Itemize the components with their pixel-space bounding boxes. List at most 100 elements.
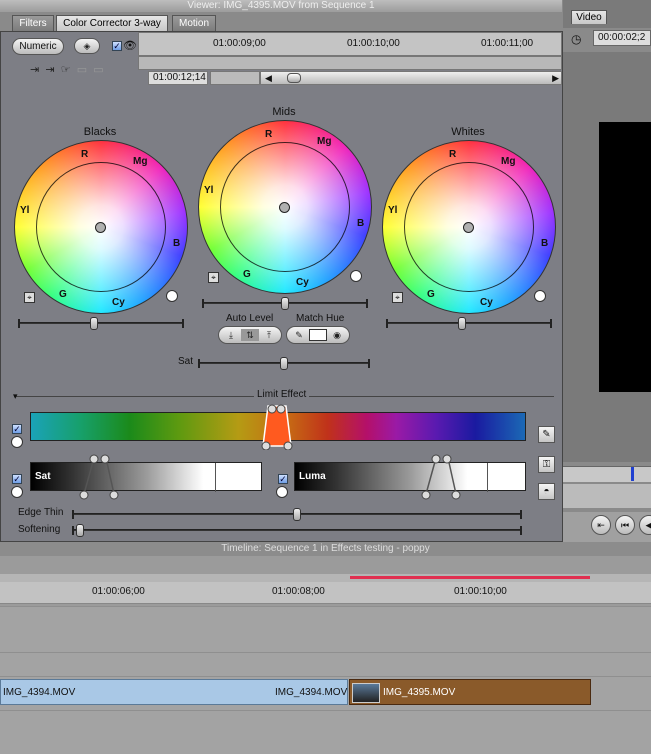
horizontal-scrollbar[interactable]: ◀ ▶ [260,71,562,85]
hue-label: Mg [501,156,516,167]
play-icon[interactable]: ◀ [639,515,651,535]
scroll-left-icon[interactable]: ◀ [265,73,272,84]
copy-icon[interactable]: ▭ [77,64,87,76]
tab-filters[interactable]: Filters [12,15,54,31]
sat-limit-radio[interactable] [11,486,23,498]
slider-end [202,299,204,308]
slider-thumb[interactable] [293,508,301,521]
eyedropper-icon[interactable]: ⌖ [208,272,219,283]
reset-button[interactable] [166,290,178,302]
render-status-line [350,576,590,579]
whites-level-slider[interactable] [386,317,552,330]
slider-end [386,319,388,328]
hue-label: R [265,129,273,140]
jog-shuttle[interactable] [563,484,651,508]
luma-bar-label: Luma [299,471,326,482]
timeline-ruler[interactable]: 01:00:06;00 01:00:08;00 01:00:10;00 [0,582,651,604]
hue-limit-radio[interactable] [11,436,23,448]
numeric-button[interactable]: Numeric [12,38,64,55]
drag-hand-icon[interactable]: ☞ [61,64,71,76]
sat-slider[interactable] [198,357,370,370]
scroll-thumb[interactable] [287,73,301,83]
tick-mark [215,463,216,492]
auto-contrast-icon[interactable]: ⇅ [241,329,259,341]
tab-color-corrector[interactable]: Color Corrector 3-way [56,15,168,31]
tab-video[interactable]: Video [571,10,607,24]
clip[interactable]: IMG_4394.MOV IMG_4394.MOV [0,679,348,705]
whites-color-wheel[interactable]: R Mg B Cy G Yl [382,140,556,314]
track-v2 [0,606,651,652]
balance-control[interactable] [95,222,106,233]
blacks-level-slider[interactable] [18,317,184,330]
copy2-icon[interactable]: ▭ [93,64,103,76]
mids-label: Mids [272,106,296,118]
clip-name-end: IMG_4394.MOV [275,687,348,698]
ruler-time: 01:00:10;00 [347,38,400,49]
canvas-scrubber[interactable] [563,466,651,482]
timecode-field[interactable]: 00:00:02;2 [593,30,651,46]
mids-level-slider[interactable] [202,297,368,310]
match-hue-buttons[interactable]: ✎ ◉ [286,326,350,344]
playhead[interactable] [631,467,634,481]
luma-range-bar[interactable]: Luma [294,462,526,492]
slider-end [366,299,368,308]
reset-match-icon[interactable]: ◉ [328,329,346,341]
luma-limit-checkbox[interactable]: ✓ [278,474,288,484]
eyedropper-icon[interactable]: ✎ [290,329,308,341]
sat-range-bar[interactable]: Sat [30,462,262,492]
blacks-color-wheel[interactable]: R Mg B Cy G Yl [14,140,188,314]
slider-thumb[interactable] [76,524,84,537]
clip[interactable]: IMG_4395.MOV [349,679,591,705]
disclosure-triangle-icon[interactable]: ▾ [13,391,18,402]
keyframe-ruler[interactable]: 01:00:09;00 01:00:10;00 01:00:11;00 [138,32,562,56]
eyedropper-icon[interactable]: ⌖ [392,292,403,303]
auto-white-icon[interactable]: ⤒ [260,329,278,341]
keyframe-track[interactable] [138,56,562,70]
luma-limit-radio[interactable] [276,486,288,498]
prev-frame-icon[interactable]: ⏮ [615,515,635,535]
prev-icon[interactable]: ⇥ [30,64,39,76]
sat-label: Sat [178,356,194,367]
render-bar [0,574,651,582]
ruler-time: 01:00:11;00 [481,38,534,49]
scroll-right-icon[interactable]: ▶ [552,73,559,84]
hue-range-handles[interactable] [260,402,294,450]
zoom-slider[interactable] [210,71,260,85]
softening-label: Softening [18,524,61,535]
edge-thin-slider[interactable] [72,508,522,521]
track-v1-upper [0,652,651,676]
slider-thumb[interactable] [280,357,288,370]
mids-color-wheel[interactable]: R Mg B Cy G Yl [198,120,372,294]
keyframe-nav-button[interactable]: ◈ [74,38,100,54]
reset-button[interactable] [350,270,362,282]
matte-icon[interactable]: ◓ [538,483,555,500]
key-icon[interactable]: ⚿ [538,456,555,473]
limit-eyedropper-icon[interactable]: ✎ [538,426,555,443]
hue-limit-checkbox[interactable]: ✓ [12,424,22,434]
hue-label: Cy [112,297,125,308]
next-icon[interactable]: ⇥ [45,64,54,76]
mark-in-icon[interactable]: ⇤ [591,515,611,535]
ruler-time: 01:00:09;00 [213,38,266,49]
tab-motion[interactable]: Motion [172,15,216,31]
balance-control[interactable] [463,222,474,233]
match-color-swatch[interactable] [309,329,327,341]
sat-limit-checkbox[interactable]: ✓ [12,474,22,484]
luma-range-handles[interactable] [420,452,464,500]
softening-slider[interactable] [72,524,522,537]
current-timecode[interactable]: 01:00:12;14 [148,71,208,85]
tick-mark [487,463,488,492]
auto-level-buttons[interactable]: ⤓ ⇅ ⤒ [218,326,282,344]
nav-icons[interactable]: ⇥ ⇥ ☞ ▭ ▭ [30,63,104,76]
slider-thumb[interactable] [457,317,466,330]
sat-range-handles[interactable] [78,452,122,500]
enable-checkbox[interactable]: ✓ [112,41,122,51]
auto-black-icon[interactable]: ⤓ [222,329,240,341]
diamond-icon: ◈ [83,41,91,51]
eyedropper-icon[interactable]: ⌖ [24,292,35,303]
slider-thumb[interactable] [281,297,289,310]
slider-thumb[interactable] [89,317,98,330]
balance-control[interactable] [279,202,290,213]
hue-label: B [357,218,365,229]
reset-button[interactable] [534,290,546,302]
